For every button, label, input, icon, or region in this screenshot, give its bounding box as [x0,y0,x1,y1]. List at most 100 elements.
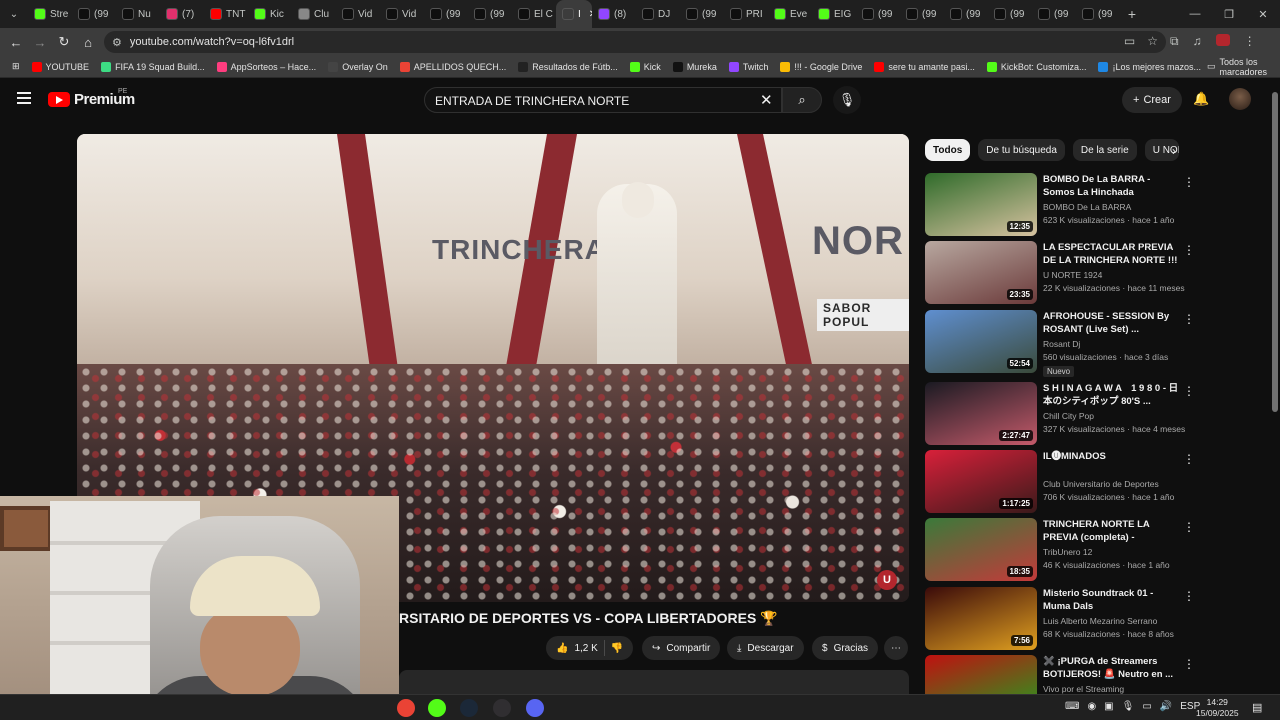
clear-search-icon[interactable]: ✕ [760,91,773,109]
chrome-app-icon[interactable] [397,699,415,717]
recommendation-thumbnail[interactable]: 18:35 [925,518,1037,581]
browser-tab[interactable]: (99 [1076,0,1120,28]
close-icon[interactable]: ✕ [1246,8,1280,21]
more-vert-icon[interactable]: ⋮ [1183,657,1195,671]
bookmark-item[interactable]: Kick [624,61,667,72]
bookmark-item[interactable]: APELLIDOS QUECH... [394,61,513,72]
recommendation-thumbnail[interactable]: 23:35 [925,241,1037,304]
profile-icon[interactable] [1215,34,1230,46]
more-vert-icon[interactable]: ⋮ [1183,384,1195,398]
browser-tab[interactable]: DJ [636,0,680,28]
browser-tab[interactable]: TNT [204,0,248,28]
more-vert-icon[interactable]: ⋮ [1183,175,1195,189]
site-info-icon[interactable]: ⚙ [112,36,122,49]
recommendation-thumbnail[interactable]: 52:54 [925,310,1037,373]
browser-tab[interactable]: (99 [988,0,1032,28]
thanks-button[interactable]: $ Gracias [812,636,879,660]
kick-app-icon[interactable] [428,699,446,717]
bookmark-item[interactable]: KickBot: Customiza... [981,61,1093,72]
eye-icon[interactable]: ◉ [1087,701,1096,712]
keyboard-icon[interactable]: ⌨ [1065,701,1079,712]
reload-icon[interactable]: ↻ [52,34,76,50]
browser-menu-icon[interactable]: ⋮ [1244,34,1256,49]
browser-tab[interactable]: (99 [424,0,468,28]
create-button[interactable]: + Crear [1122,87,1182,113]
home-icon[interactable]: ⌂ [76,35,100,50]
notification-center-icon[interactable]: ▤ [1252,701,1262,714]
bookmark-item[interactable]: Overlay On [322,61,394,72]
scrollbar-thumb[interactable] [1272,92,1278,412]
browser-tab[interactable]: (99 [1032,0,1076,28]
more-vert-icon[interactable]: ⋮ [1183,243,1195,257]
chevron-right-icon[interactable]: › [1172,144,1176,158]
obs-app-icon[interactable] [493,699,511,717]
browser-tab[interactable]: EIG [812,0,856,28]
bookmark-item[interactable]: Resultados de Fútb... [512,61,624,72]
browser-tab[interactable]: Kic [248,0,292,28]
browser-tab[interactable]: (99 [468,0,512,28]
browser-tab[interactable]: I✕ [556,0,592,28]
like-button[interactable]: 👍 1,2 K [556,643,598,654]
recommendation-item[interactable]: 52:54 AFROHOUSE - SESSION By ROSANT (Live… [925,310,1200,377]
recommendation-item[interactable]: 23:35 LA ESPECTACULAR PREVIA DE LA TRINCH… [925,241,1200,304]
recommendation-item[interactable]: 18:35 TRINCHERA NORTE LA PREVIA (completa… [925,518,1200,581]
recommendation-item[interactable]: 1:17:25 IL🅤MINADOS Club Universitario de D… [925,450,1200,513]
browser-tab[interactable]: PRI [724,0,768,28]
recommendation-item[interactable]: 12:35 BOMBO De La BARRA - Somos La Hincha… [925,173,1200,236]
more-vert-icon[interactable]: ⋮ [1183,589,1195,603]
search-input[interactable]: ENTRADA DE TRINCHERA NORTE [424,87,782,113]
all-bookmarks-folder[interactable]: ▭ Todos los marcadores [1207,57,1280,77]
share-button[interactable]: ↪ Compartir [642,636,721,660]
address-bar[interactable]: ⚙ youtube.com/watch?v=oq-l6fv1drl ▭ ☆ [104,31,1166,53]
browser-tab[interactable]: Vid [380,0,424,28]
browser-tab[interactable]: Eve [768,0,812,28]
more-actions-button[interactable]: ⋯ [884,636,908,660]
recommendation-thumbnail[interactable]: 1:17:25 [925,450,1037,513]
bookmark-item[interactable]: YOUTUBE [26,61,96,72]
extensions-icon[interactable]: ⧉ [1170,34,1179,49]
chip-de-tu-busqueda[interactable]: De tu búsqueda [978,139,1065,161]
browser-tab[interactable]: (99 [944,0,988,28]
back-icon[interactable]: ← [4,35,28,50]
browser-tab[interactable]: (8) [592,0,636,28]
cast-icon[interactable]: ▭ [1124,34,1135,48]
chip-de-la-serie[interactable]: De la serie [1072,139,1137,161]
browser-tab[interactable]: (99 [680,0,724,28]
download-button[interactable]: ⤓ Descargar [727,636,804,660]
discord-app-icon[interactable] [526,699,544,717]
browser-tab[interactable]: (99 [856,0,900,28]
network-icon[interactable]: ▭ [1142,701,1151,712]
mic-tray-icon[interactable]: 🎙 [1122,701,1135,712]
account-avatar[interactable] [1229,88,1251,110]
bookmark-item[interactable]: AppSorteos – Hace... [211,61,323,72]
recommendation-thumbnail[interactable]: 2:27:47 [925,382,1037,445]
forward-icon[interactable]: → [28,35,52,50]
more-vert-icon[interactable]: ⋮ [1183,520,1195,534]
page-scrollbar[interactable] [1270,80,1280,694]
media-control-icon[interactable]: ♫ [1193,34,1202,49]
restore-icon[interactable]: ❐ [1212,8,1246,21]
channel-watermark-icon[interactable]: U [877,570,897,590]
notifications-bell-icon[interactable]: 🔔 [1193,91,1209,107]
apps-grid-icon[interactable]: ⊞ [6,61,26,72]
taskbar-clock[interactable]: 14:29 15/09/2025 [1196,697,1239,719]
browser-tab[interactable]: Clu [292,0,336,28]
tab-search-icon[interactable]: ⌄ [0,0,28,28]
new-tab-button[interactable]: + [1120,6,1144,22]
steam-app-icon[interactable] [460,699,478,717]
more-vert-icon[interactable]: ⋮ [1183,452,1195,466]
recommendation-thumbnail[interactable]: 12:35 [925,173,1037,236]
dislike-button[interactable]: 👎 [611,643,623,654]
bookmark-item[interactable]: !!! - Google Drive [774,61,868,72]
browser-tab[interactable]: (99 [72,0,116,28]
minimize-icon[interactable]: — [1178,8,1212,21]
clipboard-icon[interactable]: ▣ [1104,701,1113,712]
more-vert-icon[interactable]: ⋮ [1183,312,1195,326]
guide-menu-icon[interactable] [17,92,31,107]
recommendation-thumbnail[interactable]: 7:56 [925,587,1037,650]
browser-tab[interactable]: Nu [116,0,160,28]
browser-tab[interactable]: Vid [336,0,380,28]
bookmark-item[interactable]: Twitch [723,61,775,72]
youtube-premium-logo[interactable]: Premium PE [48,88,135,108]
browser-tab[interactable]: El C [512,0,556,28]
